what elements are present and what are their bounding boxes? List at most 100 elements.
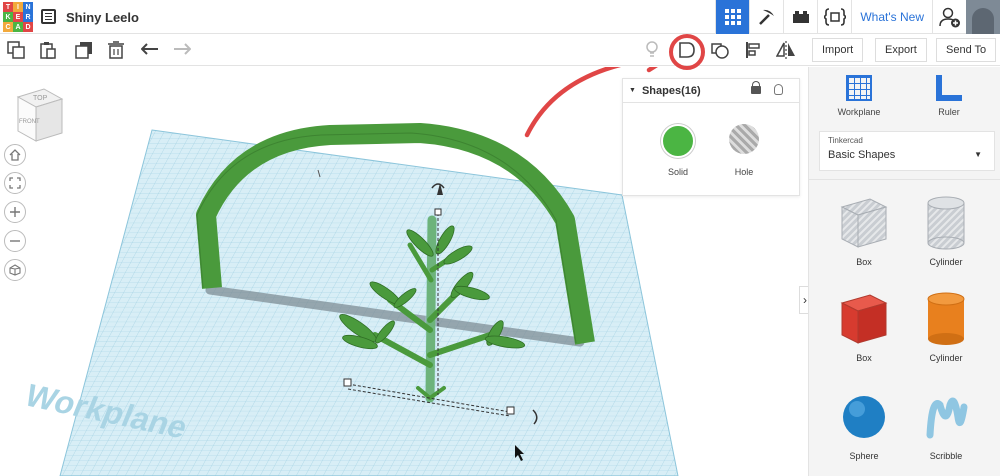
redo-button[interactable]: [172, 40, 192, 60]
fit-view-button[interactable]: [4, 172, 26, 194]
delete-button[interactable]: [106, 40, 126, 60]
3d-view-button[interactable]: [715, 0, 750, 34]
add-user-icon: [938, 7, 960, 28]
perspective-icon: [9, 264, 21, 276]
hole-button[interactable]: [729, 124, 759, 154]
logo-letter: N: [23, 2, 33, 12]
logo-letter: A: [13, 22, 23, 32]
collapse-caret-icon[interactable]: ▼: [629, 87, 636, 94]
shape-sphere-blue[interactable]: Sphere: [829, 387, 899, 461]
duplicate-button[interactable]: [74, 40, 94, 60]
shape-label: Scribble: [929, 451, 963, 461]
chevron-down-icon: ▼: [974, 150, 982, 159]
bricks-button[interactable]: [783, 0, 817, 34]
ruler-icon: [936, 75, 962, 101]
align-icon: [746, 42, 760, 58]
inspector-header[interactable]: ▼ Shapes(16): [623, 79, 799, 103]
logo-letter: E: [13, 12, 23, 22]
grid-icon: [724, 9, 741, 25]
zoom-out-button[interactable]: [4, 230, 26, 252]
paste-button[interactable]: [38, 40, 58, 60]
box-hole-icon: [840, 198, 888, 248]
design-list-icon[interactable]: [41, 9, 56, 24]
home-view-button[interactable]: [4, 144, 26, 166]
height-handle[interactable]: [434, 208, 442, 216]
tinkercad-logo[interactable]: T I N K E R C A D: [3, 2, 33, 32]
duplicate-icon: [75, 42, 92, 59]
inspector-title: Shapes(16): [641, 84, 701, 97]
ungroup-icon: [711, 43, 729, 59]
sim-lab-button[interactable]: [817, 0, 851, 34]
bulb-icon[interactable]: [774, 84, 783, 95]
import-button[interactable]: Import: [812, 38, 864, 62]
cube-front-label: FRONT: [19, 119, 40, 125]
scribble-icon: [926, 397, 968, 439]
brick-icon: [792, 11, 809, 23]
library-source: Tinkercad: [828, 136, 863, 145]
corner-handle[interactable]: [343, 378, 352, 387]
codeblocks-button[interactable]: [749, 0, 783, 34]
cylinder-hole-icon: [927, 196, 965, 250]
ruler-tool[interactable]: Ruler: [909, 75, 989, 117]
pickaxe-icon: [758, 9, 774, 25]
align-button[interactable]: [744, 40, 764, 60]
shape-scribble[interactable]: Scribble: [911, 387, 981, 461]
mirror-icon: [776, 41, 795, 59]
whats-new-link[interactable]: What's New: [851, 0, 932, 34]
lock-icon[interactable]: [751, 81, 761, 94]
library-name: Basic Shapes: [828, 149, 896, 161]
chevron-right-icon: ›: [803, 293, 807, 307]
home-icon: [9, 149, 21, 161]
shape-box-red[interactable]: Box: [829, 289, 899, 363]
redo-icon: [174, 43, 191, 55]
cylinder-icon: [927, 292, 965, 345]
undo-icon: [141, 43, 158, 55]
workplane-tool[interactable]: Workplane: [819, 75, 899, 117]
invite-user-button[interactable]: [932, 0, 966, 34]
notes-button[interactable]: [642, 40, 662, 60]
corner-handle[interactable]: [506, 406, 515, 415]
cube-top-label: TOP: [33, 95, 48, 102]
library-select[interactable]: Tinkercad Basic Shapes ▼: [819, 131, 995, 171]
logo-letter: D: [23, 22, 33, 32]
shape-cylinder-orange[interactable]: Cylinder: [911, 289, 981, 363]
trash-icon: [108, 41, 124, 59]
box-icon: [840, 294, 888, 344]
mirror-button[interactable]: [776, 40, 796, 60]
copy-button[interactable]: [6, 40, 26, 60]
send-to-button[interactable]: Send To: [936, 38, 997, 62]
ruler-tool-label: Ruler: [938, 107, 960, 117]
bulb-icon: [646, 41, 658, 57]
fit-icon: [9, 177, 21, 189]
shape-label: Cylinder: [929, 257, 963, 267]
export-button[interactable]: Export: [875, 38, 927, 62]
logo-letter: R: [23, 12, 33, 22]
hole-label: Hole: [734, 167, 754, 177]
solid-button[interactable]: [661, 124, 695, 158]
avatar[interactable]: [966, 0, 1000, 34]
edit-toolbar: Import Export Send To: [0, 34, 1000, 66]
shapes-library-panel: Workplane Ruler Tinkercad Basic Shapes ▼…: [808, 67, 1000, 476]
shape-box-gray[interactable]: Box: [829, 193, 899, 267]
divider: [809, 179, 1000, 180]
paste-icon: [40, 42, 56, 59]
ungroup-button[interactable]: [710, 40, 730, 60]
perspective-button[interactable]: [4, 259, 26, 281]
undo-button[interactable]: [140, 40, 160, 60]
shape-label: Box: [856, 353, 872, 363]
top-bar: T I N K E R C A D Shiny Leelo What's New: [0, 0, 1000, 34]
zoom-in-button[interactable]: [4, 201, 26, 223]
logo-letter: I: [13, 2, 23, 12]
copy-icon: [7, 41, 25, 59]
workplane-tool-label: Workplane: [837, 107, 881, 117]
codeblocks-icon: [823, 8, 846, 26]
design-title[interactable]: Shiny Leelo: [66, 10, 139, 25]
highlight-circle: [669, 34, 705, 70]
shape-cylinder-gray[interactable]: Cylinder: [911, 193, 981, 267]
shape-label: Cylinder: [929, 353, 963, 363]
plus-icon: [10, 207, 20, 217]
solid-label: Solid: [667, 167, 688, 177]
view-cube[interactable]: TOP FRONT: [14, 85, 66, 147]
shape-label: Box: [856, 257, 872, 267]
logo-letter: K: [3, 12, 13, 22]
